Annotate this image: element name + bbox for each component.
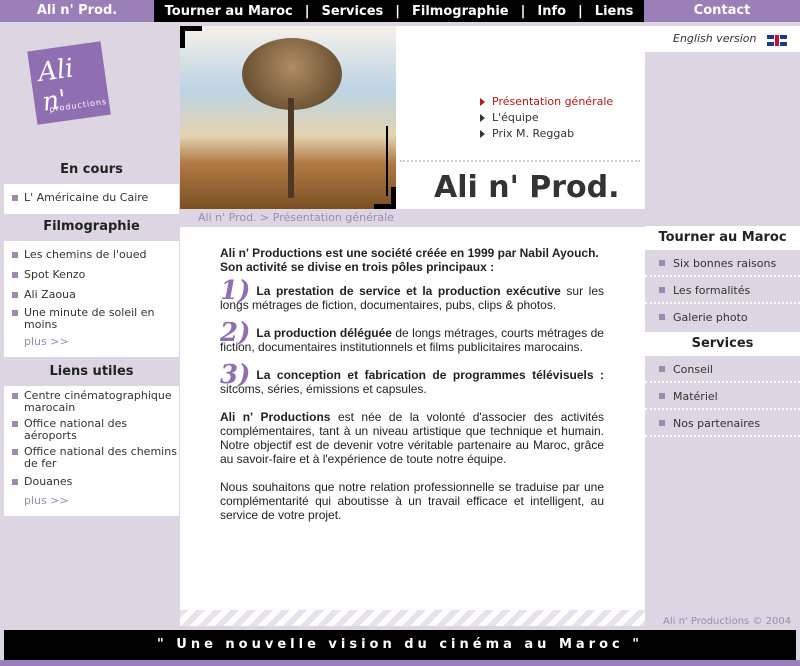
submenu-item-presentation[interactable]: Présentation générale bbox=[480, 94, 613, 110]
right-sidebar: English version Tourner au Maroc Six bon… bbox=[645, 26, 800, 627]
nav-item-tourner[interactable]: Tourner au Maroc bbox=[153, 4, 305, 19]
bottom-strip bbox=[0, 660, 800, 666]
list-item[interactable]: Six bonnes raisons bbox=[645, 250, 800, 277]
page-title: Ali n' Prod. bbox=[434, 170, 620, 205]
list-item[interactable]: Galerie photo bbox=[645, 304, 800, 331]
list-item[interactable]: Ali Zaoua bbox=[4, 289, 179, 301]
uk-flag-icon[interactable] bbox=[767, 35, 787, 46]
nav-item-services[interactable]: Services bbox=[309, 4, 395, 19]
sub-menu: Présentation générale L'équipe Prix M. R… bbox=[480, 94, 613, 142]
nav-item-info[interactable]: Info bbox=[525, 4, 578, 19]
english-version-link[interactable]: English version bbox=[645, 26, 800, 52]
list-item[interactable]: Une minute de soleil en moins bbox=[4, 307, 179, 331]
panel-title-filmographie: Filmographie bbox=[4, 215, 179, 239]
header-photo bbox=[180, 26, 396, 209]
list-item[interactable]: Conseil bbox=[645, 356, 800, 383]
tourner-list: Six bonnes raisons Les formalités Galeri… bbox=[645, 250, 800, 331]
more-link[interactable]: plus >> bbox=[4, 335, 179, 348]
panel-title-tourner: Tourner au Maroc bbox=[645, 226, 800, 250]
liens-list: Centre cinématographique marocain Office… bbox=[4, 386, 179, 516]
submenu-item-prix[interactable]: Prix M. Reggab bbox=[480, 126, 613, 142]
paragraph-1: Ali n' Productions est née de la volonté… bbox=[220, 410, 604, 466]
intro-text: Ali n' Productions est une société créée… bbox=[220, 246, 599, 260]
logo[interactable]: Ali n' productions bbox=[27, 41, 111, 125]
panel-title-services: Services bbox=[645, 332, 800, 356]
footer-slogan: " Une nouvelle vision du cinéma au Maroc… bbox=[4, 630, 796, 660]
logo-area: Ali n' productions bbox=[4, 26, 179, 154]
tree-trunk bbox=[288, 98, 294, 198]
nav-bar: Tourner au Maroc | Services | Filmograph… bbox=[154, 0, 644, 22]
list-item[interactable]: Matériel bbox=[645, 383, 800, 410]
pole-text: sitcoms, séries, émissions et capsules. bbox=[220, 382, 427, 396]
services-list: Conseil Matériel Nos partenaires bbox=[645, 356, 800, 437]
pole-title: La conception et fabrication de programm… bbox=[256, 368, 604, 382]
list-item[interactable]: L' Américaine du Caire bbox=[4, 192, 179, 204]
pole-3: 3) La conception et fabrication de progra… bbox=[220, 362, 604, 396]
paragraph-1-bold: Ali n' Productions bbox=[220, 410, 331, 424]
list-item[interactable]: Nos partenaires bbox=[645, 410, 800, 437]
copyright: Ali n' Productions © 2004 bbox=[663, 616, 792, 627]
list-item[interactable]: Les formalités bbox=[645, 277, 800, 304]
main-content: Présentation générale L'équipe Prix M. R… bbox=[180, 26, 645, 626]
filmographie-list: Les chemins de l'oued Spot Kenzo Ali Zao… bbox=[4, 241, 179, 357]
nav-item-liens[interactable]: Liens bbox=[583, 4, 646, 19]
photo-corner bbox=[180, 26, 202, 48]
list-item[interactable]: Centre cinématographique marocain bbox=[4, 390, 179, 414]
more-link[interactable]: plus >> bbox=[4, 494, 179, 507]
list-item[interactable]: Douanes bbox=[4, 476, 179, 488]
intro-text-2: Son activité se divise en trois pôles pr… bbox=[220, 260, 495, 274]
panel-title-en-cours: En cours bbox=[4, 158, 179, 182]
list-item[interactable]: Les chemins de l'oued bbox=[4, 249, 179, 261]
photo-corner bbox=[374, 187, 396, 209]
top-nav: Ali n' Prod. Tourner au Maroc | Services… bbox=[0, 0, 800, 22]
breadcrumb[interactable]: Ali n' Prod. > Présentation générale bbox=[180, 209, 645, 227]
article-body: Ali n' Productions est une société créée… bbox=[220, 246, 604, 522]
en-cours-list: L' Américaine du Caire bbox=[4, 184, 179, 214]
pole-title: La production déléguée bbox=[256, 326, 392, 340]
paragraph-2: Nous souhaitons que notre relation profe… bbox=[220, 480, 604, 522]
list-item[interactable]: Office national des aéroports bbox=[4, 418, 179, 442]
pole-title: La prestation de service et la productio… bbox=[256, 284, 561, 298]
pole-2: 2) La production déléguée de longs métrag… bbox=[220, 320, 604, 354]
language-label: English version bbox=[673, 32, 757, 45]
zigzag-edge bbox=[180, 610, 645, 626]
nav-item-filmographie[interactable]: Filmographie bbox=[400, 4, 521, 19]
list-item[interactable]: Office national des chemins de fer bbox=[4, 446, 179, 470]
nav-contact[interactable]: Contact bbox=[644, 0, 800, 22]
photo-line bbox=[386, 126, 388, 196]
submenu-item-equipe[interactable]: L'équipe bbox=[480, 110, 613, 126]
nav-brand[interactable]: Ali n' Prod. bbox=[0, 0, 154, 22]
divider bbox=[400, 160, 640, 162]
list-item[interactable]: Spot Kenzo bbox=[4, 269, 179, 281]
panel-title-liens: Liens utiles bbox=[4, 360, 179, 384]
pole-1: 1) La prestation de service et la product… bbox=[220, 278, 604, 312]
left-sidebar: Ali n' productions En cours L' Américain… bbox=[4, 26, 179, 626]
